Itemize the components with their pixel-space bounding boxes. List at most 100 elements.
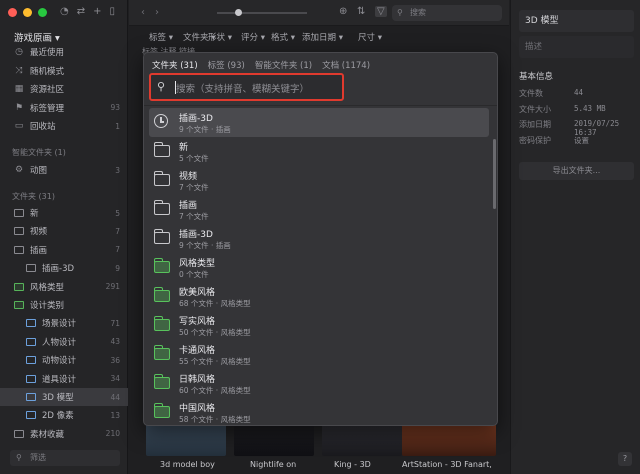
description-field[interactable]: 描述 — [519, 36, 634, 58]
info-value[interactable]: 设置 — [574, 135, 589, 146]
popup-search-input[interactable]: ⚲ 搜索（支持拼音、模糊关键字） — [149, 73, 344, 101]
gallery-thumbnail[interactable] — [322, 424, 402, 456]
gallery-thumbnail[interactable] — [234, 424, 314, 456]
info-row: 文件大小 5.43 MB — [519, 104, 634, 115]
filter-input[interactable]: ⚲ 筛选 — [10, 450, 120, 466]
smart-folder-item[interactable]: ⚙ 动图 3 — [0, 161, 128, 179]
export-folder-button[interactable]: 导出文件夹... — [519, 162, 634, 180]
folder-label: 2D 像素 — [42, 411, 74, 422]
popup-item-meta: 0 个文件 — [179, 270, 209, 279]
popup-item-meta: 9 个文件 · 插画 — [179, 125, 231, 134]
sync-icon[interactable]: ⇄ — [77, 6, 85, 17]
folder-count: 9 — [115, 263, 120, 273]
filter-dropdown[interactable]: 评分 ▾ — [241, 31, 265, 43]
folder-icon — [26, 319, 36, 328]
gallery-caption[interactable]: 3d model boy — [160, 460, 215, 469]
sidebar-item[interactable]: ▭ 回收站 1 — [0, 117, 128, 135]
folder-icon — [14, 429, 24, 438]
popup-tab[interactable]: 标签 (93) — [208, 59, 245, 71]
popup-item-meta: 55 个文件 · 风格类型 — [179, 357, 251, 366]
popup-folder-list: 插画-3D 9 个文件 · 插画新 5 个文件 视频 7 个文件 插画 7 个文件 插画-3D… — [149, 108, 489, 423]
clock-icon: ◷ — [15, 47, 23, 57]
folder-icon — [153, 287, 170, 302]
folder-item[interactable]: 素材收藏 210 — [0, 425, 128, 443]
folder-item[interactable]: 人物设计 43 — [0, 333, 128, 351]
folders-header[interactable]: 文件夹 (31) — [12, 191, 55, 202]
add-icon[interactable]: + — [93, 6, 101, 17]
folder-icon — [153, 345, 170, 360]
sidebar-toggle-icon[interactable]: ▯ — [110, 6, 116, 17]
shuffle-icon: ⤨ — [15, 65, 23, 76]
folder-count: 7 — [115, 245, 120, 255]
window-controls — [8, 8, 47, 17]
library-title[interactable]: 游戏原画 ▾ — [14, 30, 60, 44]
popup-item-name: 写实风格 — [179, 317, 216, 327]
popup-folder-item[interactable]: 风格类型 0 个文件 — [149, 253, 489, 282]
popup-tab[interactable]: 文件夹 (31) — [152, 59, 198, 71]
popup-folder-item[interactable]: 卡通风格 55 个文件 · 风格类型 — [149, 340, 489, 369]
sidebar-item[interactable]: ⤨ 随机模式 — [0, 62, 128, 80]
minimize-window-button[interactable] — [23, 8, 32, 17]
close-window-button[interactable] — [8, 8, 17, 17]
smart-folders-header[interactable]: 智能文件夹 (1) — [12, 147, 66, 158]
folder-item[interactable]: 道具设计 34 — [0, 370, 128, 388]
gallery-caption[interactable]: Nightlife on — [250, 460, 296, 469]
gallery-caption[interactable]: King - 3D — [334, 460, 371, 469]
filter-placeholder: 筛选 — [30, 453, 46, 462]
folder-item[interactable]: 设计类别 — [0, 296, 128, 314]
folder-label: 道具设计 — [42, 374, 77, 385]
sidebar-item[interactable]: ◷ 最近使用 — [0, 43, 128, 61]
sidebar-item-count: 1 — [115, 121, 120, 131]
pin-icon[interactable]: ⊕ — [339, 6, 347, 17]
folder-name-field[interactable]: 3D 模型 — [519, 10, 634, 32]
popup-folder-item[interactable]: 视频 7 个文件 — [149, 166, 489, 195]
thumbnail-size-slider[interactable] — [217, 9, 307, 16]
zoom-window-button[interactable] — [38, 8, 47, 17]
popup-folder-item[interactable]: 日韩风格 60 个文件 · 风格类型 — [149, 369, 489, 398]
filter-dropdown[interactable]: 形状 ▾ — [208, 31, 232, 43]
folder-icon — [26, 411, 36, 420]
gallery-thumbnail[interactable] — [146, 424, 226, 456]
popup-item-meta: 7 个文件 — [179, 212, 209, 221]
folder-item[interactable]: 插画-3D 9 — [0, 259, 128, 277]
back-forward-icon[interactable]: ‹› — [141, 7, 169, 18]
popup-tab[interactable]: 文档 (1174) — [322, 59, 370, 71]
popup-folder-item[interactable]: 写实风格 50 个文件 · 风格类型 — [149, 311, 489, 340]
gear-icon: ⚙ — [14, 165, 24, 175]
popup-scrollbar[interactable] — [493, 139, 496, 209]
sidebar-item[interactable]: ⚑ 标签管理 93 — [0, 99, 128, 117]
sidebar-item[interactable]: ▦ 资源社区 — [0, 80, 128, 98]
help-button[interactable]: ? — [618, 452, 632, 466]
popup-folder-item[interactable]: 中国风格 58 个文件 · 风格类型 — [149, 398, 489, 423]
search-input[interactable]: ⚲ 搜索 — [392, 5, 502, 21]
folder-item[interactable]: 视频 7 — [0, 222, 128, 240]
slider-knob[interactable] — [235, 9, 242, 16]
folder-count: 34 — [110, 374, 120, 384]
gallery-thumbnail[interactable] — [402, 424, 496, 456]
filter-dropdown[interactable]: 添加日期 ▾ — [302, 31, 343, 43]
popup-tab[interactable]: 智能文件夹 (1) — [255, 59, 312, 71]
folder-item[interactable]: 3D 模型 44 — [0, 388, 128, 406]
bell-icon[interactable]: ◔ — [60, 6, 69, 17]
folder-item[interactable]: 场景设计 71 — [0, 314, 128, 332]
folder-item[interactable]: 新5 — [0, 204, 128, 222]
gallery-caption[interactable]: ArtStation - 3D Fanart, — [402, 460, 492, 469]
popup-folder-item[interactable]: 插画 7 个文件 — [149, 195, 489, 224]
folder-item[interactable]: 插画 7 — [0, 241, 128, 259]
folder-item[interactable]: 风格类型 291 — [0, 278, 128, 296]
folder-item[interactable]: 动物设计 36 — [0, 351, 128, 369]
grid-icon: ▦ — [14, 84, 24, 94]
filter-dropdown[interactable]: 尺寸 ▾ — [358, 31, 382, 43]
folder-item[interactable]: 2D 像素 13 — [0, 406, 128, 424]
popup-folder-item[interactable]: 插画-3D 9 个文件 · 插画 — [149, 224, 489, 253]
popup-folder-item[interactable]: 新5 个文件 — [149, 137, 489, 166]
info-row: 添加日期 2019/07/25 16:37 — [519, 119, 634, 137]
filter-funnel-icon[interactable]: ▽ — [375, 6, 387, 17]
filter-dropdown[interactable]: 标签 ▾ — [149, 31, 173, 43]
folder-count: 291 — [105, 282, 120, 292]
sort-icon[interactable]: ⇅ — [357, 6, 365, 17]
popup-folder-item[interactable]: 欧美风格 68 个文件 · 风格类型 — [149, 282, 489, 311]
popup-folder-item[interactable]: 插画-3D 9 个文件 · 插画 — [149, 108, 489, 137]
popup-item-meta: 5 个文件 — [179, 154, 209, 163]
filter-dropdown[interactable]: 格式 ▾ — [271, 31, 295, 43]
